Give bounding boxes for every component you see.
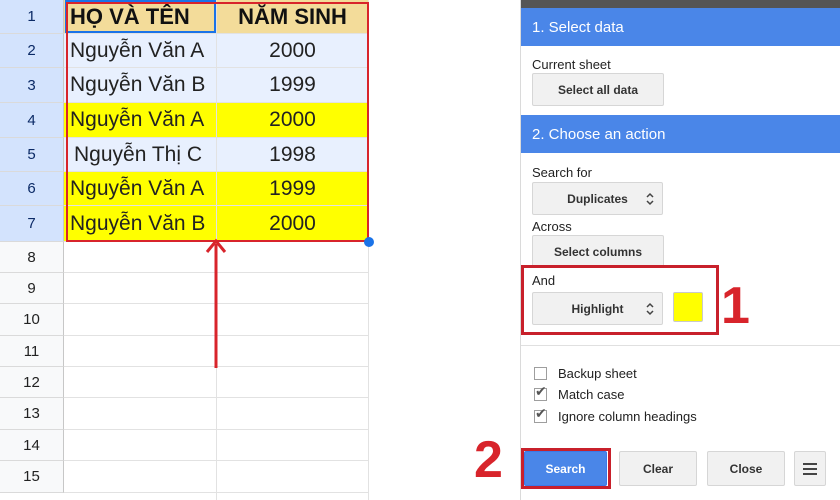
row-header-3[interactable]: 3 xyxy=(0,68,64,103)
cell-year[interactable]: 1998 xyxy=(217,138,369,172)
current-sheet-label: Current sheet xyxy=(532,57,611,72)
panel-divider xyxy=(521,345,840,346)
row-header-6[interactable]: 6 xyxy=(0,172,64,206)
empty-cell[interactable] xyxy=(217,242,369,273)
spreadsheet-grid[interactable]: 1 2 3 4 5 6 7 8 9 10 11 12 13 14 15 HỌ V… xyxy=(0,0,520,500)
annotation-arrow-up-icon xyxy=(205,238,227,368)
clear-button[interactable]: Clear xyxy=(619,451,697,486)
backup-sheet-checkbox[interactable] xyxy=(534,367,547,380)
empty-cell[interactable] xyxy=(64,398,217,430)
up-down-arrow-icon xyxy=(646,192,654,206)
empty-cell[interactable] xyxy=(217,430,369,461)
select-all-data-button[interactable]: Select all data xyxy=(532,73,664,106)
empty-cell[interactable] xyxy=(64,430,217,461)
match-case-checkbox[interactable] xyxy=(534,384,547,401)
empty-cell[interactable] xyxy=(217,336,369,367)
cell-name-highlighted[interactable]: Nguyễn Văn A xyxy=(64,172,217,206)
empty-cell[interactable] xyxy=(64,242,217,273)
empty-cell[interactable] xyxy=(217,273,369,304)
search-for-value: Duplicates xyxy=(567,191,628,206)
close-button[interactable]: Close xyxy=(707,451,785,486)
cell-name-highlighted[interactable]: Nguyễn Văn B xyxy=(64,206,217,242)
cell-year[interactable]: 2000 xyxy=(217,34,369,68)
row-header-1[interactable]: 1 xyxy=(0,0,64,34)
header-cell-year[interactable]: NĂM SINH xyxy=(217,0,369,34)
action-dropdown[interactable]: Highlight xyxy=(532,292,663,325)
section-select-data-header: 1. Select data xyxy=(521,8,840,46)
row-header-10[interactable]: 10 xyxy=(0,304,64,336)
row-header-4[interactable]: 4 xyxy=(0,103,64,138)
up-down-arrow-icon xyxy=(646,302,654,316)
hamburger-icon xyxy=(803,462,817,475)
cell-year[interactable]: 1999 xyxy=(217,68,369,103)
annotation-step-2: 2 xyxy=(474,431,503,489)
across-label: Across xyxy=(532,219,572,234)
active-cell-border xyxy=(65,0,216,33)
backup-sheet-label: Backup sheet xyxy=(558,366,637,381)
ignore-headings-checkbox[interactable] xyxy=(534,406,547,423)
empty-cell[interactable] xyxy=(64,461,217,493)
highlight-color-swatch[interactable] xyxy=(673,292,703,322)
row-header-11[interactable]: 11 xyxy=(0,336,64,367)
match-case-option[interactable]: Match case xyxy=(534,384,625,402)
cell-year-highlighted[interactable]: 2000 xyxy=(217,103,369,138)
search-for-dropdown[interactable]: Duplicates xyxy=(532,182,663,215)
empty-cell[interactable] xyxy=(64,367,217,398)
row-header-2[interactable]: 2 xyxy=(0,34,64,68)
empty-cell[interactable] xyxy=(64,336,217,367)
empty-cell[interactable] xyxy=(217,398,369,430)
search-button[interactable]: Search xyxy=(524,451,607,486)
empty-cell[interactable] xyxy=(64,273,217,304)
empty-cell[interactable] xyxy=(217,367,369,398)
empty-cell[interactable] xyxy=(64,304,217,336)
and-label: And xyxy=(532,273,556,288)
row-header-13[interactable]: 13 xyxy=(0,398,64,430)
section-choose-action-header: 2. Choose an action xyxy=(521,115,840,153)
annotation-step-1: 1 xyxy=(721,277,750,335)
cell-name[interactable]: Nguyễn Văn B xyxy=(64,68,217,103)
panel-top-bar xyxy=(521,0,840,8)
select-columns-button[interactable]: Select columns xyxy=(532,235,664,268)
row-header-7[interactable]: 7 xyxy=(0,206,64,242)
remove-duplicates-panel: 1. Select data Current sheet Select all … xyxy=(520,0,840,500)
backup-sheet-option[interactable]: Backup sheet xyxy=(534,366,637,381)
cell-year-highlighted[interactable]: 2000 xyxy=(217,206,369,242)
match-case-label: Match case xyxy=(558,387,625,402)
row-header-14[interactable]: 14 xyxy=(0,430,64,461)
empty-cell[interactable] xyxy=(217,304,369,336)
cell-year-highlighted[interactable]: 1999 xyxy=(217,172,369,206)
row-header-12[interactable]: 12 xyxy=(0,367,64,398)
row-header-15[interactable]: 15 xyxy=(0,461,64,493)
row-header-8[interactable]: 8 xyxy=(0,242,64,273)
row-header-5[interactable]: 5 xyxy=(0,138,64,172)
ignore-headings-option[interactable]: Ignore column headings xyxy=(534,406,697,424)
ignore-headings-label: Ignore column headings xyxy=(558,409,697,424)
search-for-label: Search for xyxy=(532,165,592,180)
empty-cell[interactable] xyxy=(217,461,369,493)
cell-name-highlighted[interactable]: Nguyễn Văn A xyxy=(64,103,217,138)
action-value: Highlight xyxy=(571,301,624,316)
cell-name[interactable]: Nguyễn Văn A xyxy=(64,34,217,68)
row-header-9[interactable]: 9 xyxy=(0,273,64,304)
selection-fill-handle[interactable] xyxy=(364,237,374,247)
menu-button[interactable] xyxy=(794,451,826,486)
cell-name[interactable]: Nguyễn Thị C xyxy=(64,138,217,172)
